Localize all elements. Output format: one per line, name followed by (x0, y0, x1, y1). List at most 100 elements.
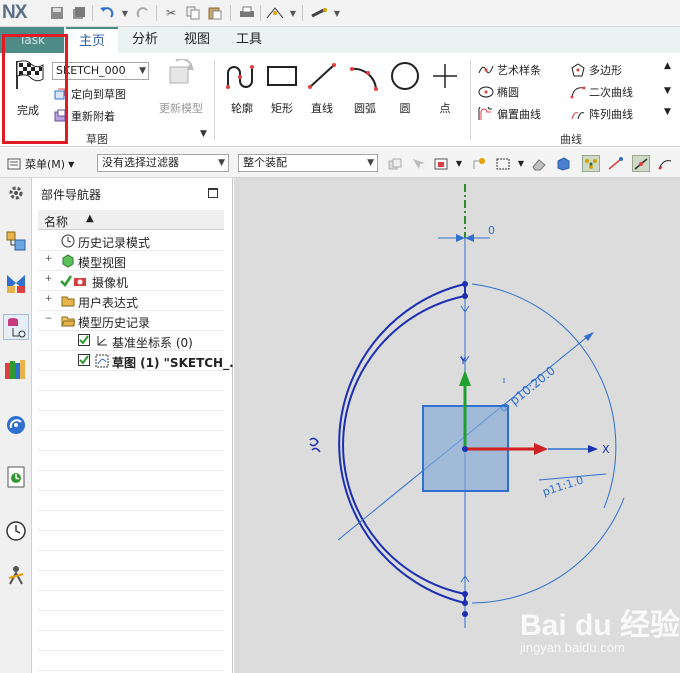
qat-more-icon[interactable]: ▼ (328, 4, 346, 22)
endpoint-marker[interactable] (462, 293, 468, 299)
tab-analysis[interactable]: 分析 (120, 27, 170, 53)
clock-icon[interactable] (3, 518, 29, 544)
paste-icon[interactable] (206, 4, 224, 22)
mid-point-icon[interactable] (632, 155, 650, 172)
dim-zero-text[interactable]: 0 (488, 224, 495, 237)
tab-home[interactable]: 主页 (66, 27, 118, 53)
orient-to-sketch-button[interactable]: 定向到草图 (52, 86, 126, 102)
selection-scope-select[interactable]: 整个装配 ▼ (238, 154, 378, 172)
tree-item-label: 历史记录模式 (78, 236, 151, 250)
tree-empty-row (38, 591, 224, 611)
update-model-icon (169, 59, 194, 84)
role-icon[interactable] (3, 562, 29, 588)
baidu-watermark-url: jingyan.baidu.com (520, 640, 625, 655)
assembly-navigator-icon[interactable] (3, 228, 29, 254)
pattern-curve-button[interactable]: 阵列曲线 (570, 106, 633, 122)
tree-item-user-expressions[interactable]: + 用户表达式 (38, 291, 224, 311)
sketch-canvas[interactable]: 0 Φ p10:20.0 p11:1.0 X Y (234, 178, 680, 673)
expand-icon[interactable]: + (44, 275, 53, 284)
endpoint-marker[interactable] (462, 591, 468, 597)
snap-dropdown-icon[interactable]: ▼ (284, 4, 302, 22)
gear-icon[interactable] (3, 180, 29, 206)
touch-mode-icon[interactable] (310, 4, 328, 22)
navigator-title: 部件导航器 (41, 188, 102, 202)
constraint-navigator-icon[interactable] (3, 270, 29, 296)
ellipse-button[interactable]: 椭圆 (478, 84, 519, 100)
visibility-checkbox[interactable] (78, 354, 90, 366)
endpoint-marker[interactable] (462, 611, 468, 617)
ribbon-tabs: Task 主页 分析 视图 工具 (0, 27, 680, 53)
curve-group-label: 曲线 (560, 133, 582, 146)
solid-body-icon[interactable] (554, 155, 572, 172)
feature-select-dropdown-icon[interactable]: ▼ (450, 155, 468, 172)
save-all-icon[interactable] (70, 4, 88, 22)
tree-item-history-mode[interactable]: 历史记录模式 (38, 231, 224, 251)
rectangle-button[interactable]: 矩形 (262, 57, 302, 117)
arc-button[interactable]: 圆弧 (345, 57, 385, 117)
redo-icon[interactable] (134, 4, 152, 22)
selection-filter-select[interactable]: 没有选择过滤器 ▼ (97, 154, 229, 172)
eraser-icon[interactable] (530, 155, 548, 172)
undo-dropdown-icon[interactable]: ▼ (116, 4, 134, 22)
tree-item-model-history[interactable]: − 模型历史记录 (38, 311, 224, 331)
update-model-button[interactable]: 更新模型 (156, 57, 206, 117)
p11-dimension-text[interactable]: p11:1.0 (541, 473, 585, 498)
tree-item-model-views[interactable]: + 模型视图 (38, 251, 224, 271)
studio-spline-button[interactable]: 艺术样条 (478, 62, 541, 78)
tree-item-datum-csys[interactable]: 基准坐标系 (0) (38, 331, 224, 351)
gallery-expand-icon[interactable]: ▼ (664, 107, 671, 117)
collapse-icon[interactable]: − (44, 315, 53, 324)
profile-button[interactable]: 轮廓 (222, 57, 262, 117)
cut-icon[interactable]: ✂ (162, 4, 180, 22)
copy-icon[interactable] (184, 4, 202, 22)
sketch-group-dropdown-icon[interactable]: ▼ (200, 129, 207, 139)
chevron-down-icon: ▼ (68, 159, 75, 169)
undo-icon[interactable] (98, 4, 116, 22)
tree-item-sketch[interactable]: 草图 (1) "SKETCH_... (38, 351, 243, 371)
expand-icon[interactable]: + (44, 295, 53, 304)
feature-select-icon[interactable] (432, 155, 450, 172)
tab-task[interactable]: Task (0, 27, 64, 53)
point-button[interactable]: 点 (425, 57, 465, 117)
curve-point-icon[interactable] (656, 155, 674, 172)
maximize-icon[interactable] (208, 188, 218, 198)
save-icon[interactable] (48, 4, 66, 22)
polygon-button[interactable]: 多边形 (570, 62, 622, 78)
tab-view[interactable]: 视图 (172, 27, 222, 53)
line-button[interactable]: 直线 (302, 57, 342, 117)
snap-point-icon[interactable] (582, 155, 600, 172)
reattach-button[interactable]: 重新附着 (52, 108, 115, 124)
navigator-column-header[interactable]: 名称 ▲ (38, 210, 224, 230)
reuse-library-icon[interactable] (3, 356, 29, 382)
upgrade-select-icon[interactable] (470, 155, 488, 172)
rectangle-select-dropdown-icon[interactable]: ▼ (512, 155, 530, 172)
tree-empty-row (38, 491, 224, 511)
endpoint-marker[interactable] (462, 600, 468, 606)
arrow-select-icon[interactable] (410, 155, 428, 172)
gallery-scroll-up-icon[interactable]: ▲ (664, 61, 671, 71)
rectangle-select-icon[interactable] (494, 155, 512, 172)
graphics-window[interactable]: 0 Φ p10:20.0 p11:1.0 X Y (234, 178, 680, 673)
offset-curve-button[interactable]: 偏置曲线 (478, 106, 541, 122)
gallery-scroll-down-icon[interactable]: ▼ (664, 86, 671, 96)
origin-point[interactable] (462, 446, 468, 452)
history-palette-icon[interactable] (3, 464, 29, 490)
sketch-name-select[interactable]: SKETCH_000 ▼ (52, 62, 149, 80)
folder-icon (60, 293, 76, 308)
menu-button[interactable]: 菜单(M) ▼ (6, 156, 74, 172)
end-point-icon[interactable] (606, 155, 624, 172)
conic-button[interactable]: 二次曲线 (570, 84, 633, 100)
endpoint-marker[interactable] (462, 281, 468, 287)
print-icon[interactable] (238, 4, 256, 22)
web-browser-icon[interactable] (3, 412, 29, 438)
tree-item-cameras[interactable]: + 摄像机 (38, 271, 224, 291)
part-navigator-icon[interactable] (3, 314, 29, 340)
tree-item-label: 用户表达式 (78, 296, 139, 310)
expand-icon[interactable]: + (44, 255, 53, 264)
snap-icon[interactable] (266, 4, 284, 22)
tab-tools[interactable]: 工具 (224, 27, 274, 53)
finish-sketch-button[interactable]: 完成 (8, 57, 48, 117)
circle-button[interactable]: 圆 (385, 57, 425, 117)
visibility-checkbox[interactable] (78, 334, 90, 346)
assembly-select-icon[interactable] (386, 155, 404, 172)
